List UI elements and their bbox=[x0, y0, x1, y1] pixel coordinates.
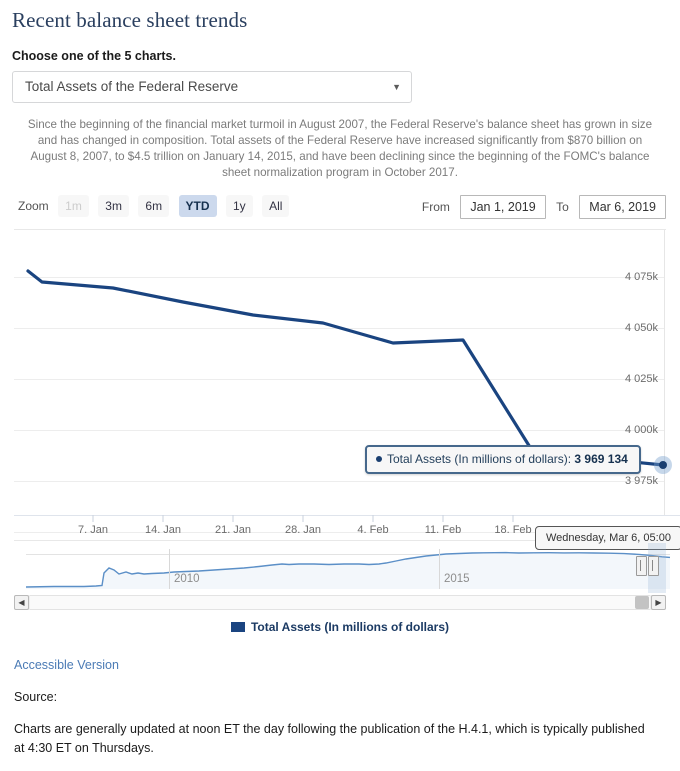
y-tick-label-4000k: 4 000k bbox=[624, 424, 658, 436]
chart-description: Since the beginning of the financial mar… bbox=[27, 118, 653, 179]
range-button-1y[interactable]: 1y bbox=[225, 195, 253, 217]
chart-gridlines bbox=[14, 277, 664, 533]
legend-label: Total Assets (In millions of dollars) bbox=[250, 620, 450, 634]
date-range-inputs: From Jan 1, 2019 To Mar 6, 2019 bbox=[416, 195, 666, 219]
chart-select-dropdown[interactable]: Total Assets of the Federal Reserve ▼ bbox=[12, 71, 412, 103]
source-label: Source: bbox=[14, 690, 58, 704]
tooltip-series-dot-icon bbox=[376, 455, 382, 462]
x-tick-label-28-jan: 28. Jan bbox=[284, 524, 322, 536]
chart-tooltip: Total Assets (In millions of dollars): 3… bbox=[365, 445, 641, 474]
x-tick-label-11-feb: 11. Feb bbox=[424, 524, 462, 536]
scrollbar-track[interactable] bbox=[30, 595, 650, 610]
y-tick-label-4075k: 4 075k bbox=[624, 271, 658, 283]
range-button-ytd[interactable]: YTD bbox=[178, 195, 217, 217]
chevron-down-icon: ▼ bbox=[392, 82, 401, 92]
chart-line-svg bbox=[14, 230, 680, 533]
legend-color-swatch-icon bbox=[230, 621, 245, 632]
chart-select-label: Choose one of the 5 charts. bbox=[12, 49, 176, 63]
accessible-version-link[interactable]: Accessible Version bbox=[14, 658, 672, 672]
to-date-input[interactable]: Mar 6, 2019 bbox=[579, 195, 666, 219]
from-label: From bbox=[421, 200, 450, 214]
chart-series-line bbox=[26, 269, 665, 467]
y-tick-label-4025k: 4 025k bbox=[624, 373, 658, 385]
range-selector: Zoom 1m 3m 6m YTD 1y All From Jan 1, 201… bbox=[8, 195, 672, 225]
x-tick-label-7-jan: 7. Jan bbox=[78, 524, 108, 536]
chart-scrollbar[interactable]: ◀ ▶ bbox=[14, 595, 666, 610]
chart-navigator[interactable]: 2010 2015 bbox=[14, 543, 671, 593]
x-tick-label-18-feb: 18. Feb bbox=[494, 524, 532, 536]
from-date-input[interactable]: Jan 1, 2019 bbox=[460, 195, 546, 219]
range-button-6m[interactable]: 6m bbox=[138, 195, 170, 217]
x-tick-label-21-jan: 21. Jan bbox=[214, 524, 252, 536]
y-tick-label-4050k: 4 050k bbox=[624, 322, 658, 334]
page-title: Recent balance sheet trends bbox=[12, 8, 248, 32]
chart-x-ticks bbox=[92, 515, 514, 522]
footer-note: Charts are generally updated at noon ET … bbox=[14, 722, 645, 755]
chart-plot-area[interactable]: 4 075k 4 050k 4 025k 4 000k 3 975k 3 950… bbox=[14, 229, 680, 541]
chart-legend[interactable]: Total Assets (In millions of dollars) bbox=[8, 620, 672, 634]
data-point-marker-icon[interactable] bbox=[659, 461, 667, 469]
page-container: Recent balance sheet trends Choose one o… bbox=[0, 8, 680, 758]
range-button-1m: 1m bbox=[58, 195, 89, 217]
chart-select-value: Total Assets of the Federal Reserve bbox=[25, 79, 239, 94]
to-label: To bbox=[556, 200, 569, 214]
y-tick-label-3975k: 3 975k bbox=[624, 475, 658, 487]
range-button-3m[interactable]: 3m bbox=[98, 195, 129, 217]
scroll-left-arrow-icon[interactable]: ◀ bbox=[14, 595, 29, 610]
tooltip-series-label: Total Assets (In millions of dollars): bbox=[387, 452, 572, 466]
range-button-all[interactable]: All bbox=[262, 195, 290, 217]
navigator-year-2015: 2015 bbox=[444, 573, 470, 585]
x-tick-label-4-feb: 4. Feb bbox=[357, 524, 389, 536]
navigator-area bbox=[26, 552, 670, 589]
navigator-series-svg bbox=[25, 549, 671, 589]
navigator-year-2010: 2010 bbox=[174, 573, 200, 585]
scroll-right-arrow-icon[interactable]: ▶ bbox=[651, 595, 666, 610]
x-tick-label-14-jan: 14. Jan bbox=[144, 524, 182, 536]
zoom-label: Zoom bbox=[18, 199, 49, 213]
navigator-handle-right-icon[interactable] bbox=[648, 556, 659, 576]
navigator-handle-left-icon[interactable] bbox=[636, 556, 647, 576]
scrollbar-thumb[interactable] bbox=[635, 596, 649, 609]
tooltip-value: 3 969 134 bbox=[574, 452, 628, 466]
